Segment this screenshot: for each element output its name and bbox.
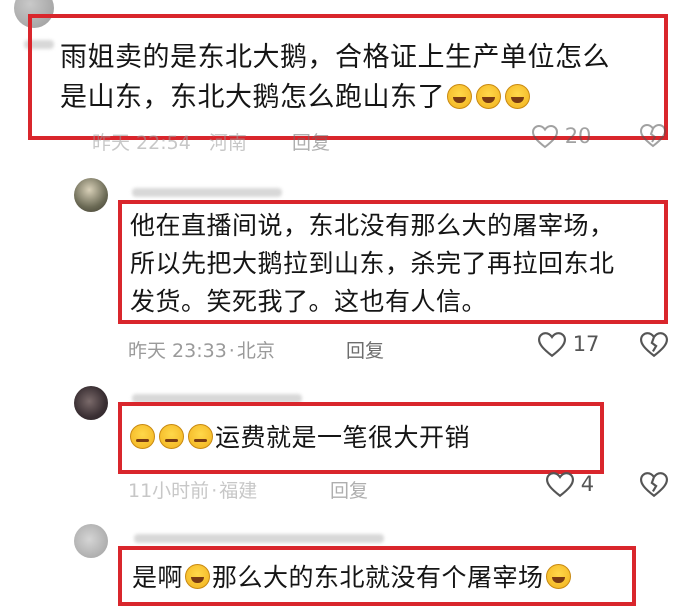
- comment-4: 是啊 那么大的东北就没有个屠宰场: [0, 518, 674, 606]
- heart-outline-icon: [545, 472, 575, 498]
- like-button[interactable]: 20: [531, 124, 592, 149]
- comment-location: 北京: [236, 340, 275, 362]
- comment-text: 他在直播间说，东北没有那么大的屠宰场， 所以先把大鹅拉到山东，杀完了再拉回东北 …: [130, 207, 615, 321]
- comment-2: 他在直播间说，东北没有那么大的屠宰场， 所以先把大鹅拉到山东，杀完了再拉回东北 …: [0, 170, 674, 365]
- heart-outline-icon: [531, 124, 559, 149]
- broken-heart-icon: [639, 472, 669, 498]
- laughing-emoji-icon: [185, 564, 211, 589]
- like-count: 20: [564, 124, 592, 148]
- comment-location: 河南: [208, 132, 247, 154]
- reply-button[interactable]: 回复: [292, 128, 330, 155]
- comment-time: 昨天 22:54: [92, 132, 191, 154]
- comment-meta: 11小时前 · 福建: [128, 480, 258, 502]
- comment-meta: 昨天 23:33 · 北京: [128, 340, 275, 362]
- comment-meta: 昨天 22:54 河南: [92, 128, 247, 155]
- smirking-emoji-icon: [159, 424, 184, 449]
- heart-outline-icon: [537, 332, 567, 358]
- username-blurred[interactable]: [134, 534, 384, 543]
- comment-line: 是山东，东北大鹅怎么跑山东了: [60, 78, 610, 118]
- broken-heart-icon: [639, 123, 667, 148]
- comment-text: 是啊 那么大的东北就没有个屠宰场: [132, 558, 573, 598]
- comment-line: 所以先把大鹅拉到山东，杀完了再拉回东北: [130, 249, 615, 278]
- comment-line: 那么大的东北就没有个屠宰场: [212, 563, 544, 592]
- dislike-button[interactable]: [639, 472, 669, 498]
- comment-text: 雨姐卖的是东北大鹅，合格证上生产单位怎么 是山东，东北大鹅怎么跑山东了: [60, 38, 610, 118]
- like-count: 4: [580, 472, 595, 496]
- laughing-emoji-icon: [545, 564, 571, 589]
- username-blurred[interactable]: [132, 188, 282, 197]
- like-count: 17: [572, 332, 600, 356]
- like-button[interactable]: 4: [545, 472, 595, 498]
- avatar[interactable]: [74, 178, 108, 212]
- reply-button[interactable]: 回复: [346, 336, 384, 363]
- comment-line: 是啊: [132, 563, 184, 592]
- laughing-emoji-icon: [447, 84, 472, 109]
- avatar[interactable]: [74, 386, 108, 420]
- comment-location: 福建: [219, 480, 258, 502]
- reply-button[interactable]: 回复: [330, 476, 368, 503]
- broken-heart-icon: [639, 332, 669, 358]
- comment-time: 11小时前: [128, 480, 210, 502]
- comment-3: 运费就是一笔很大开销 11小时前 · 福建 回复 4: [0, 378, 674, 508]
- comment-line: 雨姐卖的是东北大鹅，合格证上生产单位怎么: [60, 42, 610, 73]
- laughing-emoji-icon: [476, 84, 501, 109]
- avatar[interactable]: [74, 524, 108, 558]
- comment-thread: { "comments": [ { "line1": "雨姐卖的是东北大鹅，合格…: [0, 0, 674, 606]
- comment-line: 发货。笑死我了。这也有人信。: [130, 287, 488, 316]
- dislike-button[interactable]: [639, 123, 667, 148]
- smirking-emoji-icon: [130, 424, 155, 449]
- laughing-emoji-icon: [505, 84, 530, 109]
- like-button[interactable]: 17: [537, 332, 600, 358]
- dislike-button[interactable]: [639, 332, 669, 358]
- comment-line: 他在直播间说，东北没有那么大的屠宰场，: [130, 211, 615, 240]
- comment-text: 运费就是一笔很大开销: [128, 418, 470, 458]
- comment-time: 昨天 23:33: [128, 340, 227, 362]
- smirking-emoji-icon: [188, 424, 213, 449]
- comment-1: 雨姐卖的是东北大鹅，合格证上生产单位怎么 是山东，东北大鹅怎么跑山东了 昨天 2…: [0, 0, 674, 160]
- comment-line: 运费就是一笔很大开销: [215, 423, 471, 452]
